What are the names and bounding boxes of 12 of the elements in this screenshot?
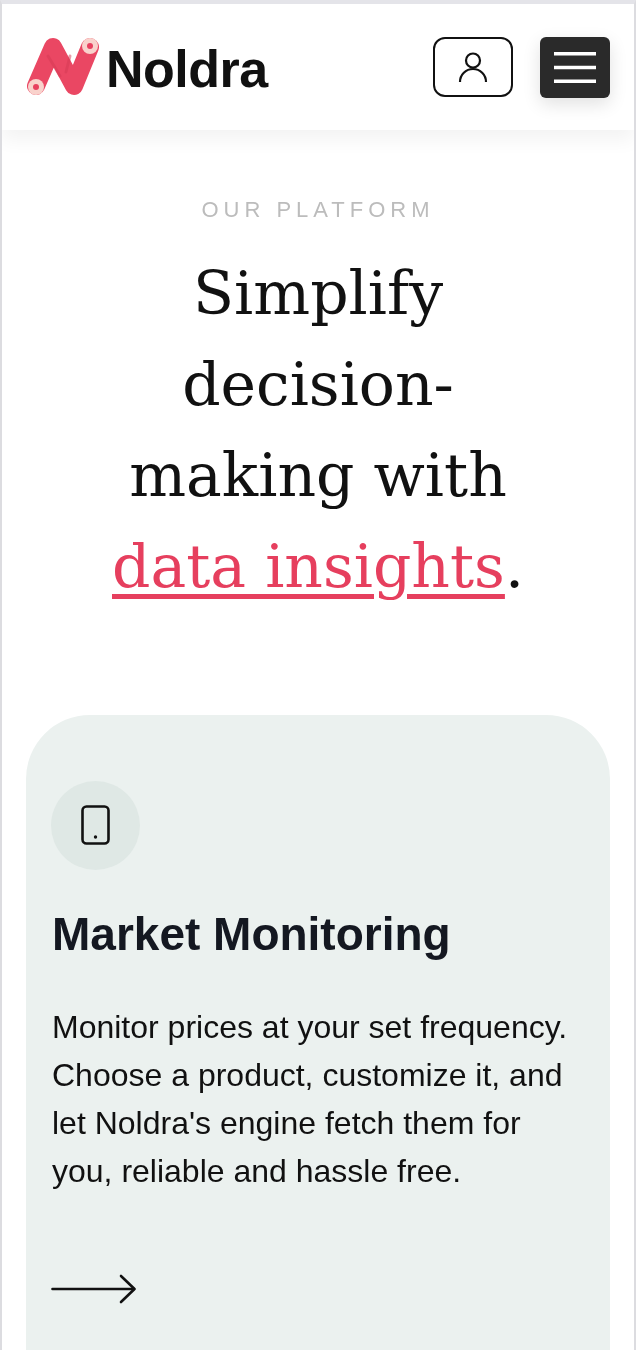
eyebrow-label: OUR PLATFORM bbox=[201, 196, 435, 224]
account-button[interactable] bbox=[433, 37, 513, 97]
menu-icon bbox=[554, 51, 596, 83]
menu-button[interactable] bbox=[540, 36, 610, 98]
headline: Simplify decision-making with data insights. bbox=[111, 257, 525, 603]
logo-icon bbox=[26, 36, 100, 98]
home-link[interactable]: Noldra bbox=[26, 36, 268, 98]
person-icon bbox=[457, 51, 489, 83]
card-description: Monitor prices at your set frequency. Choose a product, customize it, and let Noldra's engine fetch them for you, reliable and hassle free. bbox=[51, 1008, 569, 1191]
phone-icon bbox=[51, 781, 140, 870]
arrow-right-icon[interactable] bbox=[51, 1274, 137, 1304]
card-title: Market Monitoring bbox=[51, 907, 451, 962]
